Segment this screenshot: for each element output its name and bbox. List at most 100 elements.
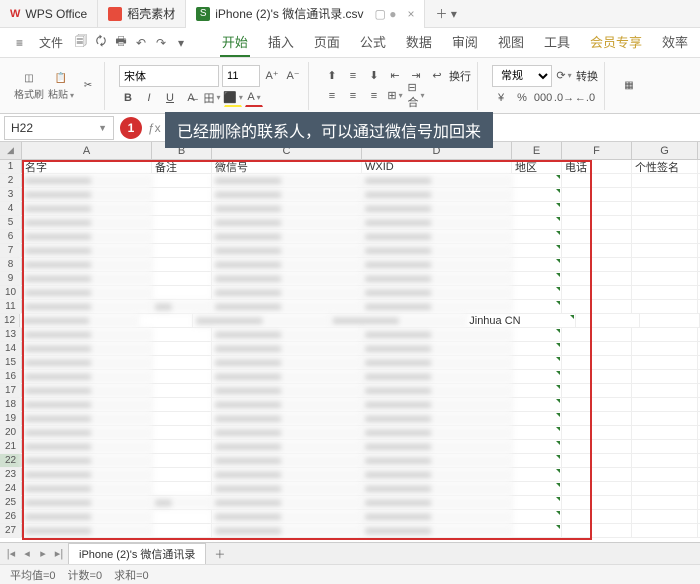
font-size-select[interactable] <box>222 65 260 87</box>
cell[interactable]: xxxxxxxxxxxx <box>20 314 138 327</box>
cell[interactable]: xxxxxxxxxxxx <box>212 370 362 383</box>
cut-button[interactable]: ✂ <box>78 78 98 94</box>
cell[interactable] <box>512 440 562 453</box>
cell[interactable]: xxxxxxxxxxxx <box>22 300 152 313</box>
row-header[interactable]: 25 <box>0 496 22 509</box>
cell[interactable]: xxxxxxxxxxxx <box>22 510 152 523</box>
cell[interactable] <box>512 328 562 341</box>
format-brush-button[interactable]: ◫格式刷 <box>14 70 44 101</box>
cell[interactable]: xxxxxxxxxxxx <box>212 202 362 215</box>
cell[interactable]: xxxxxxxxxxxx <box>212 384 362 397</box>
cell[interactable] <box>562 342 632 355</box>
cell[interactable]: xxxxxxxxxxxx <box>362 244 512 257</box>
tab-member[interactable]: 会员专享 <box>588 28 644 57</box>
cell[interactable] <box>562 244 632 257</box>
cell[interactable]: Jinhua CN <box>466 314 575 327</box>
cell[interactable]: xxxxxxxxxxxx <box>22 216 152 229</box>
cell[interactable] <box>562 468 632 481</box>
dec-inc-icon[interactable]: .0→ <box>555 89 573 107</box>
cell[interactable]: xxxxxxxxxxxx <box>362 454 512 467</box>
wrap-button[interactable]: ↩ <box>428 67 446 85</box>
cell[interactable] <box>562 454 632 467</box>
cell[interactable]: xxxxxxxxxxxx <box>212 188 362 201</box>
sheet-nav-prev[interactable]: ◂ <box>20 547 34 560</box>
font-family-select[interactable] <box>119 65 219 87</box>
cell[interactable] <box>512 202 562 215</box>
cell[interactable]: xxxxxxxxxxxx <box>212 468 362 481</box>
close-tab-icon[interactable]: × <box>407 7 414 21</box>
cell[interactable] <box>152 230 212 243</box>
row-header[interactable]: 3 <box>0 188 22 201</box>
row-header[interactable]: 18 <box>0 398 22 411</box>
indent-dec-icon[interactable]: ⇤ <box>386 67 404 85</box>
cell[interactable] <box>512 258 562 271</box>
cell[interactable]: xxxxxxxxxxxx <box>22 244 152 257</box>
spreadsheet-grid[interactable]: ◢ A B C D E F G 1名字备注微信号WXID地区电话个性签名2xxx… <box>0 142 700 542</box>
cell[interactable] <box>562 300 632 313</box>
cell[interactable]: xxxxxxxxxxxx <box>22 174 152 187</box>
merge-button[interactable]: ⊞ <box>386 87 404 105</box>
row-header[interactable]: 10 <box>0 286 22 299</box>
cell[interactable]: 地区 <box>512 160 562 173</box>
cell[interactable] <box>152 286 212 299</box>
tab-view[interactable]: 视图 <box>496 28 526 57</box>
cell[interactable] <box>152 454 212 467</box>
qa-icon-4[interactable]: ↷ <box>153 35 169 51</box>
cell[interactable] <box>152 398 212 411</box>
number-format-select[interactable]: 常规 <box>492 65 552 87</box>
cell[interactable]: xxxxxxxxxxxx <box>362 440 512 453</box>
row-header[interactable]: 15 <box>0 356 22 369</box>
cell[interactable] <box>512 272 562 285</box>
sheet-tab[interactable]: iPhone (2)'s 微信通讯录 <box>68 543 206 564</box>
cell[interactable]: xxxxxxxxxxxx <box>212 258 362 271</box>
row-header[interactable]: 1 <box>0 160 22 173</box>
row-header[interactable]: 27 <box>0 524 22 537</box>
transform-button[interactable]: ⟳ <box>555 67 573 85</box>
cell[interactable]: xxxxxxxxxxxx <box>212 426 362 439</box>
cell[interactable] <box>152 174 212 187</box>
cell[interactable]: xxxxxxxxxxxx <box>362 370 512 383</box>
cell[interactable]: xxxxxxxxxxxx <box>362 202 512 215</box>
cell[interactable]: 个性签名 <box>632 160 698 173</box>
align-left-icon[interactable]: ≡ <box>323 87 341 105</box>
app-tab-csv[interactable]: S iPhone (2)'s 微信通讯录.csv ▢ ● × <box>186 0 425 28</box>
dec-dec-icon[interactable]: ←.0 <box>576 89 594 107</box>
cell[interactable] <box>512 384 562 397</box>
row-header[interactable]: 21 <box>0 440 22 453</box>
sheet-nav-last[interactable]: ▸| <box>52 547 66 560</box>
cell[interactable]: xxx <box>152 496 212 509</box>
cell[interactable] <box>632 174 698 187</box>
cell[interactable]: xxxxxxxxxxxx <box>212 342 362 355</box>
cell[interactable]: xxxxxxxxxxxx <box>362 524 512 537</box>
chevron-down-icon[interactable]: ▼ <box>98 123 107 133</box>
cell[interactable] <box>562 440 632 453</box>
fill-color-button[interactable]: ⬛ <box>224 89 242 107</box>
row-header[interactable]: 19 <box>0 412 22 425</box>
cell[interactable]: xxxxxxxxxxxx <box>212 272 362 285</box>
add-tab-button[interactable]: ＋ ▾ <box>425 5 466 22</box>
comma-icon[interactable]: 000 <box>534 89 552 107</box>
cell[interactable] <box>562 174 632 187</box>
cell[interactable]: xxxxxxxxxxxx <box>212 524 362 537</box>
cell[interactable] <box>512 286 562 299</box>
cell[interactable] <box>632 202 698 215</box>
cell[interactable]: xxxxxxxxxxxx <box>22 202 152 215</box>
cell[interactable] <box>152 440 212 453</box>
bold-button[interactable]: B <box>119 89 137 107</box>
row-header[interactable]: 26 <box>0 510 22 523</box>
cell[interactable]: xxxxxxxxxxxx <box>212 440 362 453</box>
cell[interactable]: xxxxxxxxxxxx <box>212 454 362 467</box>
cell[interactable] <box>138 314 193 327</box>
cell[interactable] <box>512 188 562 201</box>
currency-icon[interactable]: ¥ <box>492 89 510 107</box>
cell[interactable] <box>562 356 632 369</box>
cell[interactable] <box>152 426 212 439</box>
cell[interactable] <box>512 230 562 243</box>
qa-icon-1[interactable]: 🗘 <box>93 35 109 51</box>
cell[interactable] <box>562 230 632 243</box>
cell[interactable] <box>512 412 562 425</box>
cell[interactable]: xxxxxxxxxxxx <box>362 286 512 299</box>
cell[interactable] <box>562 216 632 229</box>
cell[interactable] <box>512 342 562 355</box>
cell[interactable]: xxxxxxxxxxxx <box>22 454 152 467</box>
